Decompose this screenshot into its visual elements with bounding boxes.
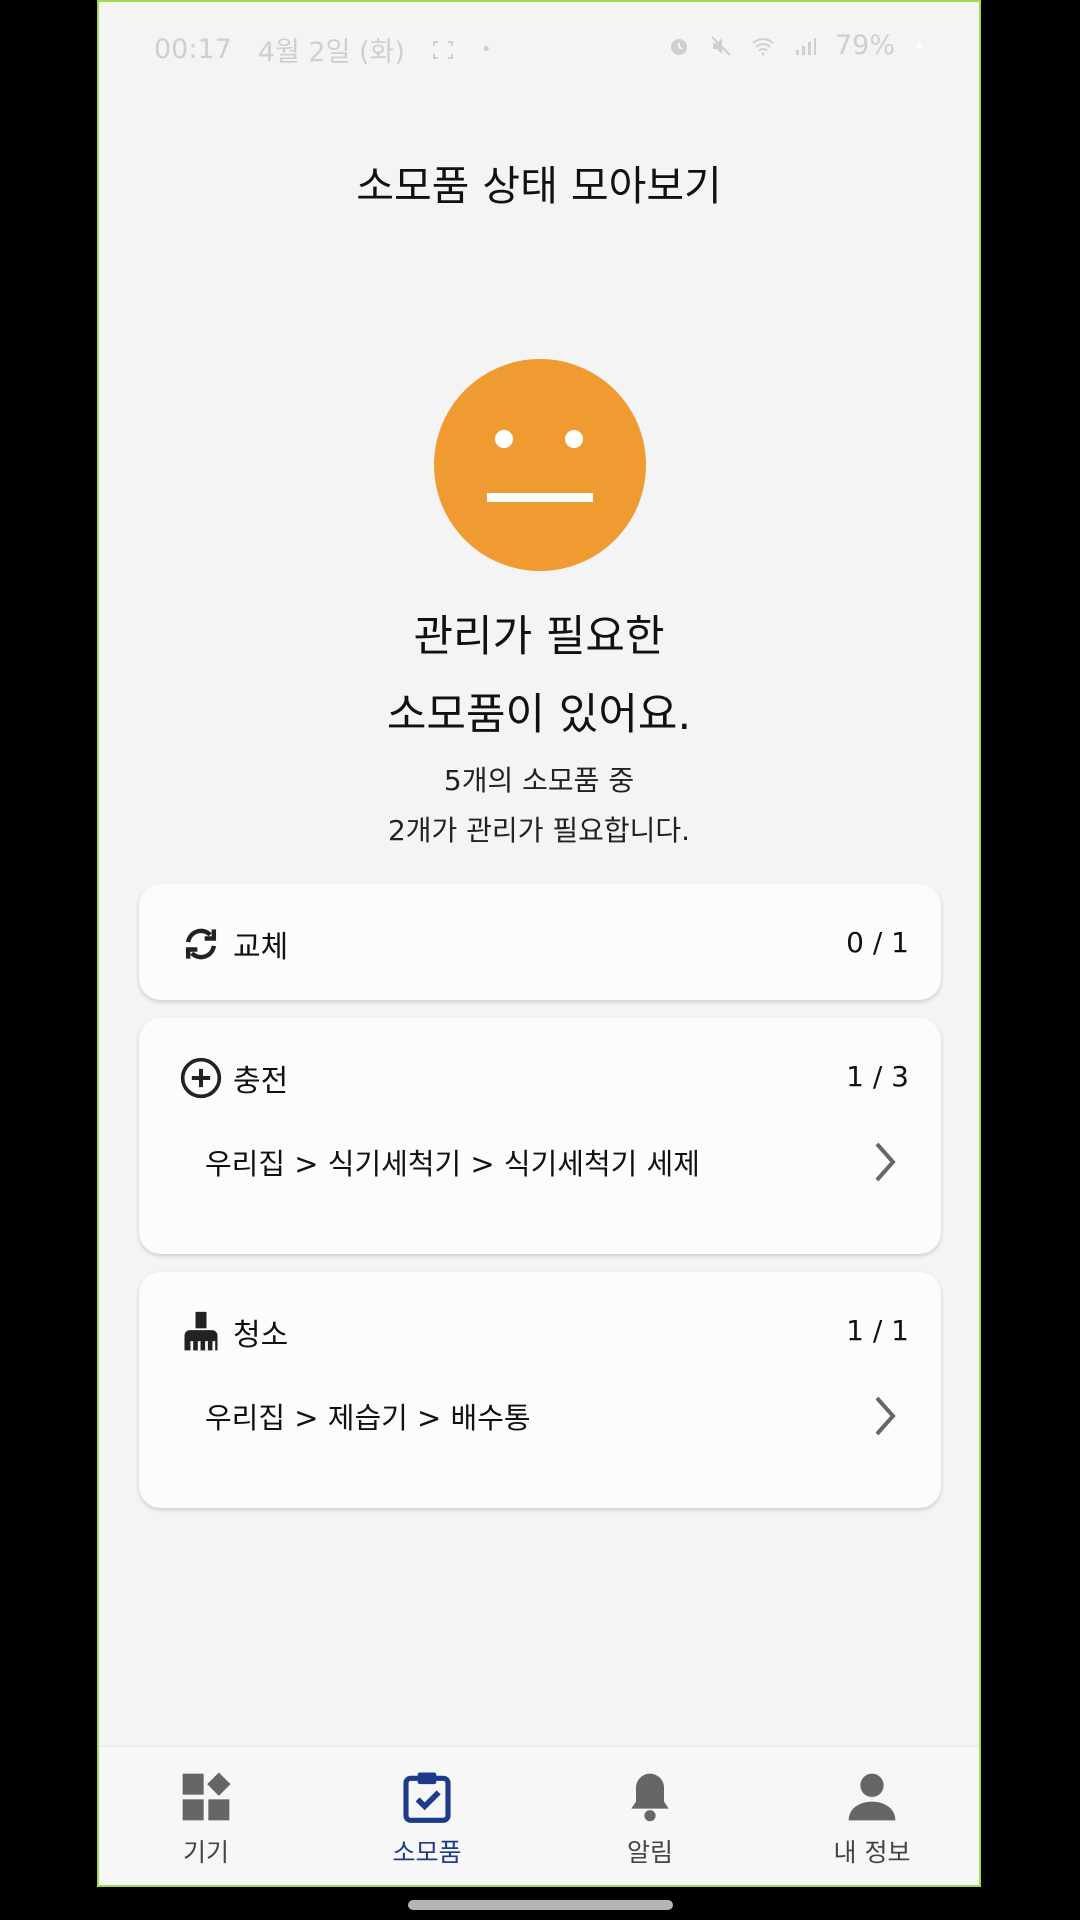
person-icon (848, 1773, 896, 1821)
chevron-right-icon (875, 1142, 896, 1182)
charge-label: 충전 (233, 1064, 289, 1099)
bottom-navigation: 기기 소모품 알림 내 정보 (99, 1746, 979, 1885)
devices-grid-icon (182, 1772, 231, 1821)
status-headline: 관리가 필요한 소모품이 있어요. (99, 598, 979, 754)
clean-item-dehumidifier-tank[interactable]: 우리집 > 제습기 > 배수통 (205, 1386, 901, 1446)
replace-count: 0 / 1 (846, 926, 909, 959)
headline-line-1: 관리가 필요한 (413, 612, 665, 662)
wifi-icon (752, 37, 774, 55)
clean-item-path: 우리집 > 제습기 > 배수통 (205, 1401, 531, 1435)
chevron-right-icon (875, 1396, 896, 1436)
replace-label: 교체 (233, 930, 289, 965)
nav-devices-label: 기기 (182, 1838, 229, 1867)
page-title: 소모품 상태 모아보기 (356, 162, 722, 210)
status-time: 00:17 (154, 34, 232, 65)
charge-item-dishwasher-detergent[interactable]: 우리집 > 식기세척기 > 식기세척기 세제 (205, 1132, 901, 1192)
sync-icon (185, 928, 217, 960)
headline-line-2: 소모품이 있어요. (386, 690, 692, 740)
clean-card-header: 청소 (179, 1308, 288, 1356)
clean-card: 청소 1 / 1 우리집 > 제습기 > 배수통 (139, 1272, 941, 1508)
bell-icon (631, 1773, 669, 1822)
status-date: 4월 2일 (화) (257, 37, 405, 68)
app-screen: 00:17 4월 2일 (화) • 79% 소모품 상태 모아보기 관리가 필요… (97, 0, 981, 1887)
add-circle-icon (180, 1057, 222, 1099)
cleaning-brush-icon (184, 1311, 218, 1351)
dot-icon: • (480, 39, 492, 60)
nav-consumables[interactable]: 소모품 (357, 1769, 497, 1869)
charge-count: 1 / 3 (846, 1060, 909, 1093)
nav-consumables-label: 소모품 (392, 1838, 462, 1867)
clean-count: 1 / 1 (846, 1314, 909, 1347)
replace-card: 교체 0 / 1 (139, 884, 941, 1000)
status-summary: 5개의 소모품 중 2개가 관리가 필요합니다. (99, 756, 979, 856)
mute-icon (711, 35, 731, 56)
charge-card-header: 충전 (179, 1054, 288, 1102)
charging-icon (915, 39, 924, 52)
summary-line-2: 2개가 관리가 필요합니다. (387, 814, 691, 847)
signal-icon (795, 37, 816, 55)
nav-alerts[interactable]: 알림 (580, 1769, 720, 1869)
nav-profile[interactable]: 내 정보 (802, 1769, 942, 1869)
neutral-face-icon (434, 359, 646, 571)
nav-profile-label: 내 정보 (833, 1838, 911, 1867)
alarm-icon (670, 38, 687, 55)
summary-line-1: 5개의 소모품 중 (443, 764, 635, 797)
charge-card: 충전 1 / 3 우리집 > 식기세척기 > 식기세척기 세제 (139, 1018, 941, 1254)
screenshot-icon (432, 40, 453, 59)
status-bar: 00:17 4월 2일 (화) • 79% (99, 24, 979, 68)
nav-alerts-label: 알림 (626, 1838, 673, 1867)
home-indicator[interactable] (408, 1900, 673, 1910)
replace-card-header: 교체 (179, 920, 288, 968)
clipboard-check-icon (403, 1772, 451, 1823)
clean-label: 청소 (233, 1318, 289, 1353)
battery-percent: 79% (834, 30, 895, 61)
nav-devices[interactable]: 기기 (136, 1769, 276, 1869)
charge-item-path: 우리집 > 식기세척기 > 식기세척기 세제 (205, 1147, 700, 1181)
